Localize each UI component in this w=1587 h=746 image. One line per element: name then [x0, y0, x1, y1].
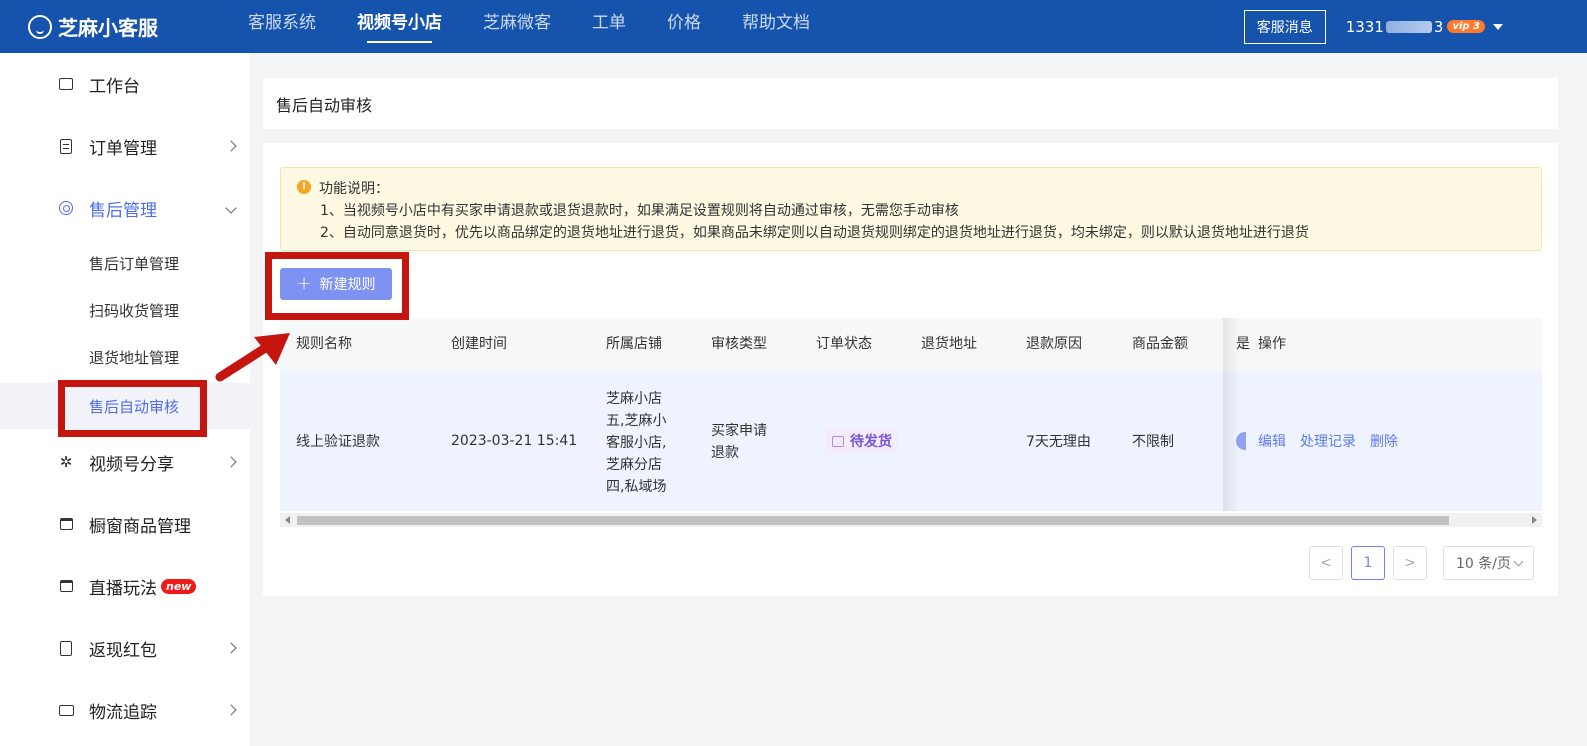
- col-reason: 退款原因: [1026, 336, 1082, 352]
- col-amount: 商品金额: [1132, 336, 1188, 352]
- nav-item-zhima-weike[interactable]: 芝麻微客: [483, 0, 551, 53]
- main-card: ! 功能说明： 1、当视频号小店中有买家申请退款或退货退款时，如果满足设置规则将…: [263, 143, 1558, 596]
- sidebar-item-cashback[interactable]: 返现红包: [0, 623, 250, 673]
- notice-line-2: 2、自动同意退货时，优先以商品绑定的退货地址进行退货，如果商品未绑定则以自动退货…: [320, 225, 1309, 241]
- chevron-right-icon: [225, 140, 237, 152]
- prev-page-button[interactable]: <: [1309, 546, 1343, 580]
- sidebar-item-after-sales[interactable]: 售后管理: [0, 183, 250, 233]
- delete-link[interactable]: 删除: [1370, 431, 1398, 451]
- monitor-icon: [59, 78, 73, 90]
- chevron-right-icon: [225, 642, 237, 654]
- sidebar-item-live[interactable]: 直播玩法 new: [0, 561, 250, 611]
- history-link[interactable]: 处理记录: [1300, 431, 1356, 451]
- bag-icon: [832, 435, 844, 447]
- notice-box: ! 功能说明： 1、当视频号小店中有买家申请退款或退货退款时，如果满足设置规则将…: [280, 167, 1542, 251]
- edit-link[interactable]: 编辑: [1258, 431, 1286, 451]
- nav-item-customer-service[interactable]: 客服系统: [248, 0, 316, 53]
- page-title: 售后自动审核: [276, 95, 373, 115]
- share-icon: ✲: [59, 453, 73, 471]
- sidebar-item-showcase[interactable]: 橱窗商品管理: [0, 499, 250, 549]
- top-right: 客服消息 1331 3 vip 3: [1243, 0, 1587, 53]
- user-phone-suffix: 3: [1433, 17, 1444, 36]
- chevron-down-icon: [1513, 556, 1524, 566]
- scroll-right-icon[interactable]: [1532, 516, 1537, 524]
- cell-audit-type: 买家申请 退款: [711, 423, 767, 461]
- caret-down-icon: [1493, 23, 1503, 30]
- chat-logo-icon: [28, 14, 52, 39]
- col-actions: 操作: [1258, 336, 1286, 352]
- sidebar-item-workbench[interactable]: 工作台: [0, 59, 250, 109]
- col-rule-name: 规则名称: [296, 336, 352, 352]
- next-page-button[interactable]: >: [1393, 546, 1427, 580]
- sidebar-item-label: 橱窗商品管理: [89, 516, 191, 537]
- chevron-right-icon: [225, 704, 237, 716]
- sidebar-item-logistics[interactable]: 物流追踪: [0, 685, 250, 735]
- page-size-select[interactable]: 10 条/页: [1443, 546, 1534, 580]
- fixed-column-shadow: [1223, 318, 1239, 511]
- scroll-thumb[interactable]: [297, 516, 1449, 525]
- table-row: 线上验证退款 2023-03-21 15:41 芝麻小店 五,芝麻小 客服小店,…: [280, 371, 1542, 511]
- sidebar-item-share[interactable]: ✲ 视频号分享: [0, 437, 250, 487]
- annotation-arrow-icon: [215, 333, 290, 382]
- nav-item-video-shop[interactable]: 视频号小店: [357, 0, 442, 53]
- page-header: 售后自动审核: [263, 78, 1558, 129]
- truck-icon: [58, 704, 74, 716]
- cell-amount: 不限制: [1132, 434, 1174, 450]
- sidebar-item-label: 返现红包: [89, 640, 157, 661]
- sidebar-item-label: 直播玩法: [89, 578, 157, 599]
- cell-order-status: 待发货: [826, 371, 898, 511]
- new-badge: new: [161, 578, 197, 594]
- status-badge: 待发货: [826, 428, 898, 454]
- brand-name: 芝麻小客服: [58, 16, 158, 40]
- page-1-button[interactable]: 1: [1351, 546, 1385, 580]
- brand[interactable]: 芝麻小客服: [28, 12, 248, 41]
- top-bar: 芝麻小客服 客服系统 视频号小店 芝麻微客 工单 价格 帮助文档 客服消息 13…: [0, 0, 1587, 53]
- sidebar-item-label: 物流追踪: [89, 702, 157, 723]
- notice-title: 功能说明：: [319, 181, 389, 197]
- table-header: 规则名称 创建时间 所属店铺 审核类型 订单状态 退货地址 退款原因 商品金额 …: [280, 318, 1542, 371]
- horizontal-scrollbar[interactable]: [280, 513, 1542, 527]
- chevron-right-icon: [225, 456, 237, 468]
- nav-item-pricing[interactable]: 价格: [667, 0, 701, 53]
- sidebar-item-label: 视频号分享: [89, 454, 174, 475]
- nav-item-help-docs[interactable]: 帮助文档: [742, 0, 810, 53]
- highlight-new-rule: [265, 252, 409, 320]
- target-icon: [59, 201, 73, 215]
- red-packet-icon: [60, 640, 72, 656]
- nav-item-tickets[interactable]: 工单: [592, 0, 626, 53]
- col-shop: 所属店铺: [606, 336, 662, 352]
- col-order-status: 订单状态: [816, 336, 872, 352]
- vip-badge: vip 3: [1447, 20, 1485, 33]
- user-phone-prefix: 1331: [1345, 17, 1384, 36]
- cell-created: 2023-03-21 15:41: [451, 433, 578, 449]
- masked-phone: [1385, 20, 1432, 33]
- col-return-address: 退货地址: [921, 336, 977, 352]
- sidebar-item-orders[interactable]: 订单管理: [0, 121, 250, 171]
- chevron-down-icon: [225, 202, 237, 214]
- highlight-auto-review: [58, 380, 207, 437]
- scroll-left-icon[interactable]: [285, 516, 290, 524]
- cell-rule-name: 线上验证退款: [296, 434, 380, 450]
- user-menu[interactable]: 1331 3 vip 3: [1346, 18, 1503, 36]
- sidebar-item-label: 售后管理: [89, 200, 157, 221]
- customer-message-button[interactable]: 客服消息: [1243, 9, 1326, 44]
- live-bag-icon: [59, 580, 73, 592]
- cell-shops: 芝麻小店 五,芝麻小 客服小店, 芝麻分店 四,私域场: [606, 391, 667, 495]
- col-audit-type: 审核类型: [711, 336, 767, 352]
- cell-reason: 7天无理由: [1026, 434, 1091, 450]
- top-nav: 客服系统 视频号小店 芝麻微客 工单 价格 帮助文档: [248, 0, 851, 53]
- col-created: 创建时间: [451, 336, 507, 352]
- clipboard-icon: [60, 138, 72, 154]
- sidebar-sub-after-sales-orders[interactable]: 售后订单管理: [0, 240, 250, 286]
- bag-icon: [59, 518, 73, 530]
- sidebar-item-label: 工作台: [89, 76, 140, 97]
- sidebar-item-label: 订单管理: [89, 138, 157, 159]
- notice-line-1: 1、当视频号小店中有买家申请退款或退货退款时，如果满足设置规则将自动通过审核，无…: [320, 203, 959, 219]
- cell-actions: 编辑 处理记录 删除: [1258, 371, 1412, 511]
- info-icon: !: [297, 180, 311, 194]
